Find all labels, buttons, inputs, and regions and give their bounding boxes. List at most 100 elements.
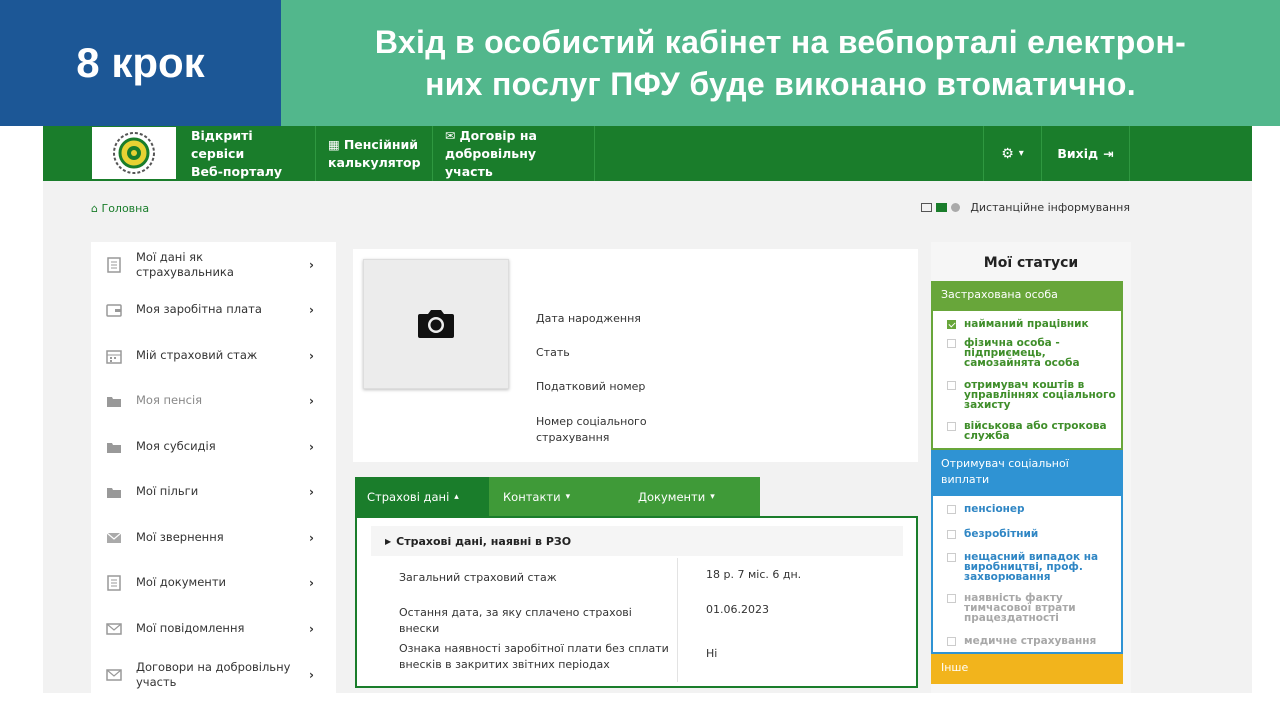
slide-title-line-2: них послуг ПФУ буде виконано втоматично. [425, 66, 1136, 102]
chevron-right-icon: › [309, 484, 314, 499]
wallet-icon [106, 302, 122, 318]
tax-number-label: Податковий номер [536, 380, 646, 393]
nav-voluntary-contract-line-2: добровільну участь [445, 145, 536, 179]
status-item-military[interactable]: військова або строкова служба [947, 421, 1119, 441]
folder-icon [106, 484, 122, 500]
status-item-entrepreneur[interactable]: фізична особа - підприємець, самозайнята… [947, 338, 1119, 368]
my-statuses-panel: Мої статуси Застрахована особа найманий … [931, 242, 1131, 693]
slide-title: Вхід в особистий кабінет на вебпорталі е… [281, 0, 1280, 126]
remote-info-link[interactable]: Дистанційне інформування [921, 201, 1130, 214]
checkbox-checked[interactable] [947, 320, 956, 329]
sidebar-item-insurance-record[interactable]: Мій страховий стаж › [91, 333, 336, 378]
document-icon [106, 574, 122, 591]
gear-icon: ⚙ [1001, 145, 1014, 162]
pfu-logo[interactable] [92, 127, 176, 179]
logout-button[interactable]: Вихід ⇥ [1042, 126, 1130, 181]
chevron-right-icon: › [309, 530, 314, 545]
nav-pension-calculator[interactable]: ▦ Пенсійний калькулятор [316, 126, 433, 181]
checkbox[interactable] [947, 594, 956, 603]
sidebar-item-label: Мої пільги [136, 484, 199, 498]
envelope-icon: ✉ [445, 127, 456, 143]
checkbox[interactable] [947, 422, 956, 431]
tab-documents-label: Документи [638, 490, 706, 504]
pfu-emblem-icon [113, 132, 155, 174]
profile-photo-placeholder[interactable] [363, 259, 509, 389]
sidebar-item-voluntary-contracts[interactable]: Договори на добровільну участь › [91, 652, 336, 693]
status-group-insured: найманий працівник фізична особа - підпр… [931, 311, 1123, 450]
sidebar-item-label: Моя субсидія [136, 439, 216, 453]
status-item-social-protection[interactable]: отримувач коштів в управліннях соціально… [947, 380, 1119, 410]
total-record-label: Загальний страховий стаж [399, 571, 557, 584]
nav-pension-calculator-line-2: калькулятор [328, 154, 421, 170]
chevron-right-icon: › [309, 621, 314, 636]
slide-header: 8 крок Вхід в особистий кабінет на вебпо… [0, 0, 1280, 126]
unpaid-salary-flag-value: Ні [706, 647, 718, 660]
status-item-label: військова або строкова служба [964, 420, 1107, 442]
sidebar-item-label: Мій страховий стаж [136, 348, 258, 362]
caret-right-icon: ▶ [385, 536, 392, 546]
status-item-medical-insurance[interactable]: медичне страхування [947, 636, 1119, 646]
checkbox[interactable] [947, 637, 956, 646]
checkbox[interactable] [947, 505, 956, 514]
chevron-right-icon: › [309, 302, 314, 317]
profile-tabs: Страхові дані ▴ Контакти ▾ Документи ▾ [355, 477, 760, 517]
status-item-label: медичне страхування [964, 635, 1097, 647]
last-paid-date-label: Остання дата, за яку сплачено страхові в… [399, 606, 632, 635]
sidebar-item-label: Мої документи [136, 575, 226, 589]
status-item-unemployed[interactable]: безробітний [947, 529, 1119, 539]
nav-pension-calculator-line-1: Пенсійний [343, 136, 418, 152]
envelope-icon [106, 667, 122, 683]
sidebar-item-subsidy[interactable]: Моя субсидія › [91, 424, 336, 469]
monitor-icon [921, 203, 933, 212]
status-item-label: безробітний [964, 528, 1039, 540]
chevron-up-icon: ▴ [454, 492, 459, 502]
settings-menu[interactable]: ⚙ ▾ [983, 126, 1042, 181]
status-item-pensioner[interactable]: пенсіонер [947, 504, 1119, 514]
status-item-employee[interactable]: найманий працівник [947, 319, 1119, 329]
status-item-temporary-disability[interactable]: наявність факту тимчасової втрати працез… [947, 593, 1119, 623]
breadcrumb-home[interactable]: Головна [101, 202, 149, 215]
status-item-label: наявність факту тимчасової втрати працез… [964, 592, 1076, 624]
sidebar-item-pension[interactable]: Моя пенсія › [91, 378, 336, 423]
status-group-other-header: Інше [931, 654, 1123, 684]
sidebar-item-documents[interactable]: Мої документи › [91, 560, 336, 605]
checkbox[interactable] [947, 553, 956, 562]
chevron-right-icon: › [309, 668, 314, 682]
remote-info-label: Дистанційне інформування [970, 201, 1130, 214]
status-item-accident[interactable]: нещасний випадок на виробництві, проф. з… [947, 552, 1119, 582]
tab-contacts[interactable]: Контакти ▾ [503, 477, 570, 517]
sidebar-item-messages[interactable]: Мої повідомлення › [91, 606, 336, 651]
nav-open-services-line-2: Веб-порталу [191, 163, 283, 179]
calendar-icon [106, 348, 122, 364]
breadcrumb[interactable]: ⌂ Головна [91, 202, 149, 215]
home-icon: ⌂ [91, 202, 98, 215]
unpaid-salary-flag-label: Ознака наявності заробітної плати без сп… [399, 642, 669, 671]
chevron-down-icon: ▾ [565, 492, 571, 502]
sidebar-item-salary[interactable]: Моя заробітна плата › [91, 287, 336, 332]
step-label: 8 крок [76, 39, 205, 86]
sidebar-menu: Мої дані як страхувальника › Моя заробіт… [91, 242, 336, 693]
sidebar-item-benefits[interactable]: Мої пільги › [91, 469, 336, 514]
envelope-icon [106, 530, 122, 546]
sidebar-item-label: Мої звернення [136, 530, 224, 544]
checkbox[interactable] [947, 530, 956, 539]
sidebar-item-appeals[interactable]: Мої звернення › [91, 515, 336, 560]
sidebar-item-label: Договори на добровільну участь [136, 660, 291, 689]
statuses-title: Мої статуси [983, 255, 1079, 271]
checkbox[interactable] [947, 381, 956, 390]
sidebar-item-insurer-data[interactable]: Мої дані як страхувальника › [91, 242, 336, 287]
last-paid-date-value: 01.06.2023 [706, 603, 769, 616]
nav-open-services[interactable]: Відкриті сервіси Веб-порталу [179, 126, 316, 181]
insurance-panel-header[interactable]: ▶ Страхові дані, наявні в РЗО [371, 526, 903, 556]
chevron-right-icon: › [309, 575, 314, 590]
status-item-label: найманий працівник [964, 318, 1089, 330]
nav-voluntary-contract[interactable]: ✉ Договір на добровільну участь [433, 126, 595, 181]
tab-documents[interactable]: Документи ▾ [638, 477, 715, 517]
folder-icon [106, 393, 122, 409]
sidebar-item-label: Мої повідомлення [136, 621, 245, 635]
sidebar-item-label: Мої дані як страхувальника [136, 249, 234, 279]
insurance-data-panel: ▶ Страхові дані, наявні в РЗО Загальний … [355, 516, 918, 688]
document-icon [106, 256, 122, 273]
tab-insurance-data[interactable]: Страхові дані ▴ [355, 477, 489, 517]
checkbox[interactable] [947, 339, 956, 348]
